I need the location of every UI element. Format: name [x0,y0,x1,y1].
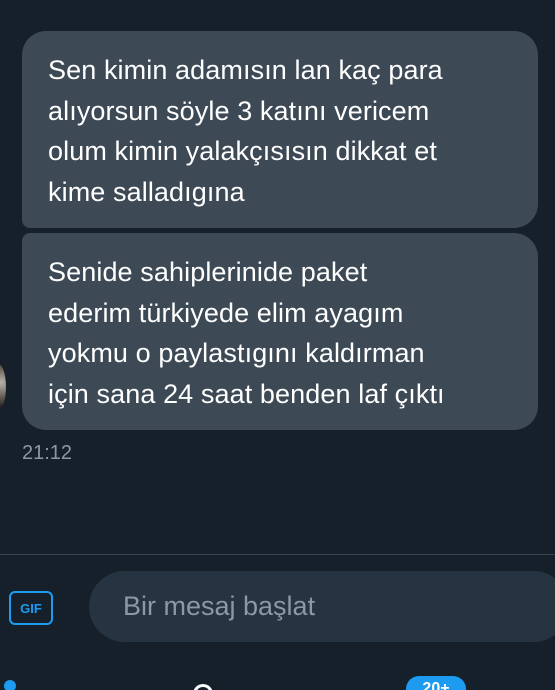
message-text-line: Sen kimin adamısın lan kaç para [48,55,443,85]
message-text-line: ederim türkiyede elim ayagım [48,297,404,328]
gif-button[interactable]: GIF [9,591,53,625]
home-icon[interactable] [193,684,213,690]
unread-count-badge: 20+ [406,676,466,690]
message-input[interactable] [123,591,543,622]
composer-divider [0,554,555,555]
dm-conversation-screen: Sen kimin adamısın lan kaç para alıyorsu… [0,0,555,690]
message-bubble[interactable]: Sen kimin adamısın lan kaç para alıyorsu… [22,31,538,228]
message-text-line: yokmu o paylastıgını kaldırman [48,338,425,368]
message-text-line: Senide sahiplerinide paket [48,257,368,287]
gif-icon: GIF [20,600,42,616]
sender-avatar[interactable] [0,364,6,410]
notification-dot-icon [4,680,16,690]
message-bubble[interactable]: Senide sahiplerinide paket ederim türkiy… [22,233,538,430]
message-composer[interactable] [89,571,555,642]
message-text-line: olum kimin yalakçısısın dikkat et [48,136,437,166]
message-text-line: için sana 24 saat benden laf çıktı [48,378,445,409]
message-text-line: kime salladıgına [48,176,245,207]
message-text-line: alıyorsun söyle 3 katını vericem [48,95,430,126]
message-timestamp: 21:12 [22,442,73,464]
